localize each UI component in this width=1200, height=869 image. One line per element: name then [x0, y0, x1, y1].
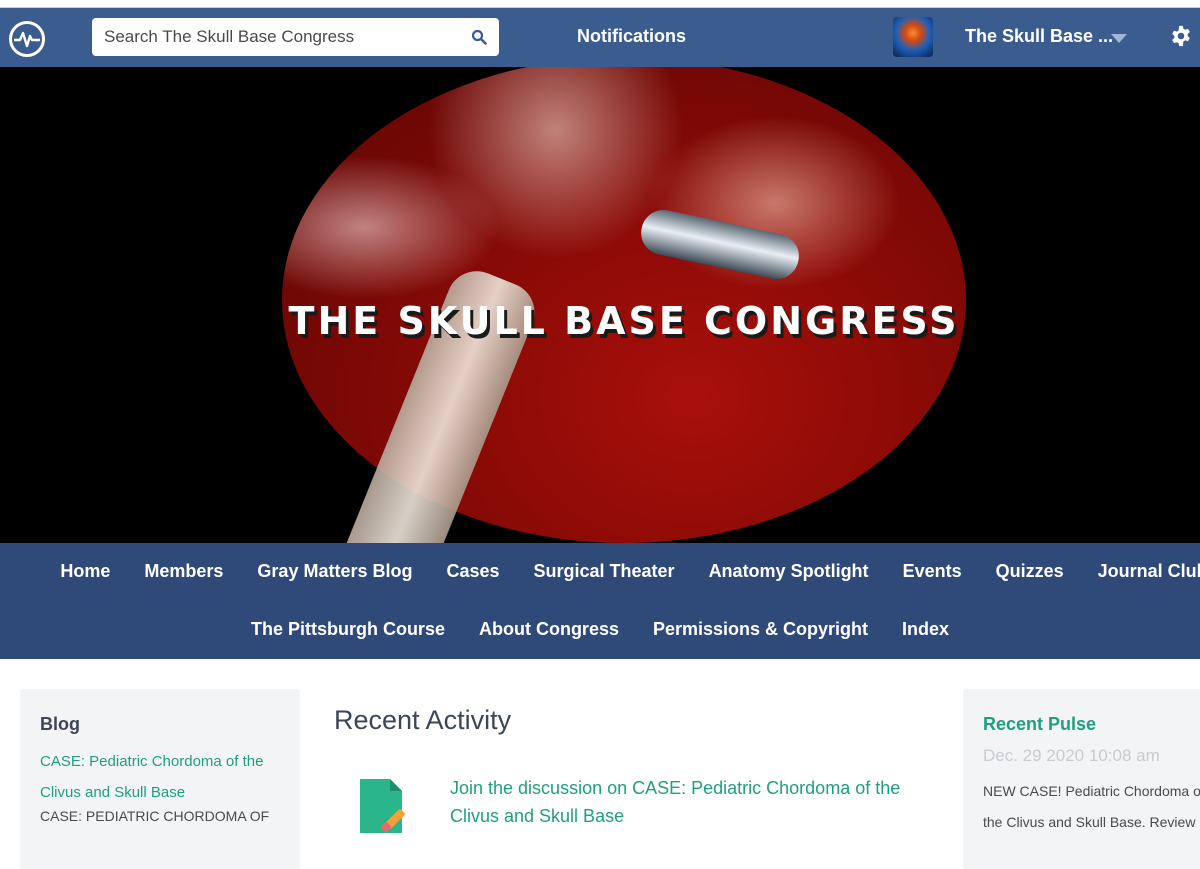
- pulse-text-line-1: NEW CASE! Pediatric Chordoma of: [983, 783, 1200, 799]
- pulse-heartbeat-icon[interactable]: [9, 21, 45, 57]
- nav-item-events[interactable]: Events: [903, 561, 962, 582]
- blog-heading: Blog: [40, 714, 80, 734]
- search-input[interactable]: [92, 18, 452, 56]
- activity-item-link[interactable]: Join the discussion on CASE: Pediatric C…: [450, 774, 920, 830]
- nav-item-home[interactable]: Home: [60, 561, 110, 582]
- main-content: Blog CASE: Pediatric Chordoma of the Cli…: [0, 659, 1200, 869]
- search-box: [92, 18, 499, 56]
- nav-item-journal-club[interactable]: Journal Club: [1098, 561, 1200, 582]
- hero-title: THE SKULL BASE CONGRESS: [288, 299, 960, 343]
- blog-card: Blog CASE: Pediatric Chordoma of the Cli…: [20, 689, 300, 869]
- recent-pulse-heading[interactable]: Recent Pulse: [983, 714, 1096, 735]
- search-icon[interactable]: [471, 29, 487, 45]
- nav-item-about-congress[interactable]: About Congress: [479, 619, 619, 640]
- nav-item-quizzes[interactable]: Quizzes: [996, 561, 1064, 582]
- nav-item-members[interactable]: Members: [144, 561, 223, 582]
- browser-top-edge: [0, 0, 1200, 8]
- blog-post-excerpt: CASE: PEDIATRIC CHORDOMA OF: [40, 808, 270, 824]
- nav-row-1: Home Members Gray Matters Blog Cases Sur…: [0, 561, 1200, 582]
- recent-activity-heading: Recent Activity: [334, 705, 512, 735]
- document-edit-icon: [360, 779, 405, 833]
- recent-pulse-card: Recent Pulse Dec. 29 2020 10:08 am NEW C…: [963, 689, 1200, 869]
- nav-item-permissions-copyright[interactable]: Permissions & Copyright: [653, 619, 868, 640]
- nav-item-cases[interactable]: Cases: [446, 561, 499, 582]
- blog-post-link[interactable]: CASE: Pediatric Chordoma of the Clivus a…: [40, 746, 280, 808]
- nav-item-anatomy-spotlight[interactable]: Anatomy Spotlight: [709, 561, 869, 582]
- notifications-link[interactable]: Notifications: [577, 26, 686, 47]
- main-nav: Home Members Gray Matters Blog Cases Sur…: [0, 543, 1200, 659]
- nav-item-pittsburgh-course[interactable]: The Pittsburgh Course: [251, 619, 445, 640]
- nav-item-surgical-theater[interactable]: Surgical Theater: [534, 561, 675, 582]
- gear-icon[interactable]: [1170, 25, 1192, 47]
- pulse-timestamp: Dec. 29 2020 10:08 am: [983, 746, 1160, 765]
- nav-item-gray-matters-blog[interactable]: Gray Matters Blog: [257, 561, 412, 582]
- nav-item-index[interactable]: Index: [902, 619, 949, 640]
- avatar[interactable]: [893, 17, 933, 57]
- site-name-menu[interactable]: The Skull Base ...: [965, 26, 1113, 47]
- nav-row-2: The Pittsburgh Course About Congress Per…: [0, 619, 1200, 640]
- top-bar: Notifications The Skull Base ...: [0, 8, 1200, 67]
- chevron-down-icon[interactable]: [1111, 34, 1127, 43]
- hero-banner: THE SKULL BASE CONGRESS: [0, 67, 1200, 543]
- pulse-text: NEW CASE! Pediatric Chordoma of the Cliv…: [983, 776, 1200, 838]
